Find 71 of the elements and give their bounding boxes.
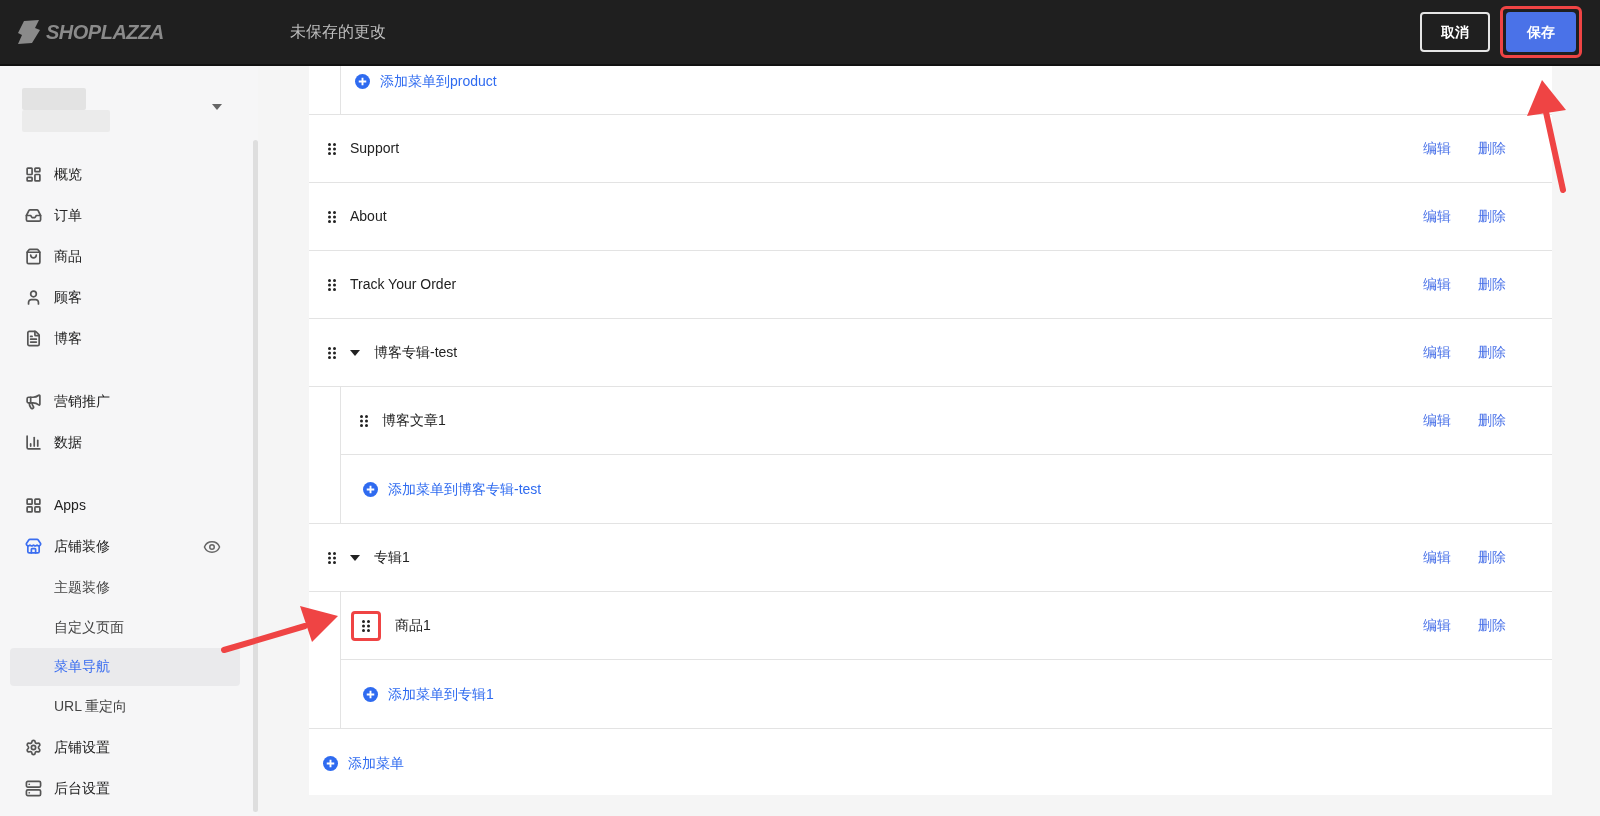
edit-link[interactable]: 编辑	[1423, 342, 1451, 363]
caret-icon[interactable]	[350, 349, 360, 356]
sidebar-nav-item[interactable]: 店铺设置	[0, 726, 250, 768]
sidebar-subnav-item[interactable]: 主题装修	[10, 568, 240, 607]
edit-link[interactable]: 编辑	[1423, 138, 1451, 159]
menu-item-title: 专辑1	[374, 548, 411, 567]
logo-text: SHOPLAZZA	[46, 20, 164, 45]
edit-link[interactable]: 编辑	[1423, 274, 1451, 295]
logo-icon	[18, 20, 40, 44]
sidebar-nav-item[interactable]: 顾客	[0, 277, 250, 318]
drag-handle-icon[interactable]	[362, 619, 370, 632]
drag-handle-highlight[interactable]	[351, 610, 381, 641]
edit-link[interactable]: 编辑	[1423, 206, 1451, 227]
drag-handle-icon[interactable]	[327, 209, 337, 224]
menu-item-title: 博客文章1	[382, 411, 447, 430]
delete-link[interactable]: 删除	[1478, 615, 1506, 636]
menu-item-title: 商品1	[395, 616, 432, 635]
add-icon	[323, 755, 338, 771]
drag-handle-icon[interactable]	[327, 141, 337, 156]
document-icon	[25, 330, 42, 347]
sidebar-nav-item[interactable]: Apps	[0, 485, 250, 526]
add-menu-link[interactable]: 添加菜单到博客专辑-test	[363, 478, 542, 500]
sidebar-nav-item[interactable]: 订单	[0, 195, 250, 236]
menu-item-title: About	[350, 207, 388, 226]
add-icon	[363, 481, 378, 497]
delete-link[interactable]: 删除	[1478, 138, 1506, 159]
delete-link[interactable]: 删除	[1478, 342, 1506, 363]
bar-chart-icon	[25, 434, 42, 451]
grid-icon	[25, 497, 42, 514]
server-icon	[25, 779, 42, 797]
shopping-bag-icon	[25, 248, 42, 265]
unsaved-changes-title: 未保存的更改	[290, 22, 387, 42]
edit-link[interactable]: 编辑	[1423, 615, 1451, 636]
add-menu-link[interactable]: 添加菜单到专辑1	[363, 683, 494, 705]
add-menu-link[interactable]: 添加菜单	[323, 752, 404, 774]
settings-icon	[25, 738, 42, 756]
delete-link[interactable]: 删除	[1478, 274, 1506, 295]
sidebar-nav-item[interactable]: 概览	[0, 154, 250, 195]
sidebar-nav-item[interactable]: 数据	[0, 422, 250, 463]
person-icon	[25, 289, 42, 306]
drag-handle-icon[interactable]	[327, 345, 337, 360]
add-menu-link[interactable]: 添加菜单到product	[355, 71, 497, 92]
drag-handle-icon[interactable]	[359, 413, 369, 428]
sidebar-nav-item[interactable]: 商品	[0, 236, 250, 277]
drag-handle-icon[interactable]	[327, 550, 337, 565]
sidebar-nav-item[interactable]: 博客	[0, 318, 250, 359]
menu-item-title: Support	[350, 139, 401, 158]
add-icon	[355, 74, 370, 89]
sidebar-nav-item[interactable]: 后台设置	[0, 767, 250, 809]
save-button[interactable]: 保存	[1506, 12, 1576, 52]
edit-link[interactable]: 编辑	[1423, 410, 1451, 431]
menu-item-title: 博客专辑-test	[374, 343, 459, 362]
sidebar-nav-item[interactable]: 营销推广	[0, 381, 250, 422]
menu-item-title: Track Your Order	[350, 275, 458, 294]
add-icon	[363, 686, 378, 702]
delete-link[interactable]: 删除	[1478, 410, 1506, 431]
delete-link[interactable]: 删除	[1478, 206, 1506, 227]
inbox-icon	[25, 207, 42, 224]
sidebar-subnav-item[interactable]: URL 重定向	[10, 687, 240, 725]
scrollbar[interactable]	[253, 140, 258, 812]
sidebar-nav-item[interactable]: 店铺装修	[0, 526, 250, 567]
caret-icon[interactable]	[350, 554, 360, 561]
sidebar-subnav-item[interactable]: 菜单导航	[10, 647, 240, 686]
drag-handle-icon[interactable]	[327, 277, 337, 292]
megaphone-icon	[25, 393, 42, 410]
caret-icon	[212, 104, 222, 110]
edit-link[interactable]: 编辑	[1423, 547, 1451, 568]
cancel-button[interactable]: 取消	[1420, 12, 1490, 52]
dashboard-icon	[25, 166, 42, 183]
sidebar-subnav-item[interactable]: 自定义页面	[10, 608, 240, 646]
delete-link[interactable]: 删除	[1478, 547, 1506, 568]
